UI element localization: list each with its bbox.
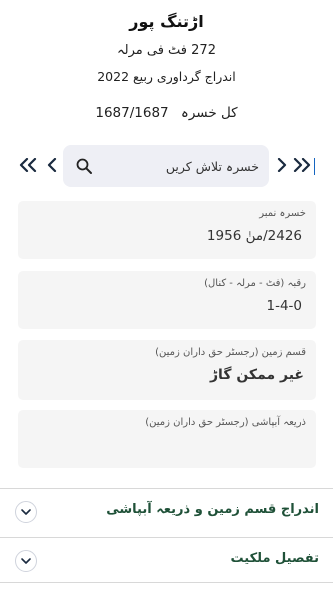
card-label: رقبہ (فٹ - مرلہ - کنال)	[204, 278, 306, 289]
khasra-number-card: خسرہ نمبر 2426/منٰ 1956	[18, 201, 316, 259]
total-khasra-value: 1687/1687	[95, 105, 169, 121]
chevron-left-icon[interactable]	[40, 151, 64, 179]
card-value: 1-4-0	[266, 298, 302, 314]
feet-per-marla: 272 فٹ فی مرلہ	[117, 43, 216, 58]
card-label: قسم زمین (رجسٹر حق داران زمین)	[155, 347, 306, 358]
card-value: 2426/منٰ 1956	[206, 228, 302, 244]
total-khasra: کل خسرہ 1687/1687	[0, 105, 333, 121]
irrigation-source-card: ذریعہ آبپاشی (رجسٹر حق داران زمین)	[18, 410, 316, 468]
card-label: ذریعہ آبپاشی (رجسٹر حق داران زمین)	[145, 417, 306, 428]
record-header: اڑتنگ پور 272 فٹ فی مرلہ اندراج گرداوری …	[0, 0, 333, 132]
card-label: خسرہ نمبر	[259, 208, 306, 219]
girdawari-entry: اندراج گرداوری ربیع 2022	[97, 69, 236, 84]
land-type-card: قسم زمین (رجسٹر حق داران زمین) غیر ممکن …	[18, 340, 316, 400]
ownership-details-section[interactable]: تفصیل ملکیت	[0, 537, 333, 583]
search-icon[interactable]	[75, 157, 93, 175]
section-title: تفصیل ملکیت	[230, 551, 319, 566]
double-chevron-left-icon[interactable]	[16, 151, 40, 179]
section-title: اندراج قسم زمین و ذریعہ آبپاشی	[106, 502, 319, 517]
card-value: غیر ممکن گاڑ	[210, 367, 304, 383]
khasra-navigation	[0, 145, 333, 187]
land-type-irrigation-section[interactable]: اندراج قسم زمین و ذریعہ آبپاشی	[0, 488, 333, 534]
chevron-down-icon[interactable]	[15, 550, 37, 572]
chevron-down-icon[interactable]	[15, 501, 37, 523]
total-khasra-label: کل خسرہ	[180, 105, 238, 121]
double-chevron-right-icon[interactable]	[290, 151, 314, 179]
search-input[interactable]	[99, 156, 259, 176]
search-box[interactable]	[63, 145, 315, 187]
text-cursor	[314, 158, 315, 175]
village-name: اڑتنگ پور	[129, 12, 204, 31]
area-card: رقبہ (فٹ - مرلہ - کنال) 1-4-0	[18, 271, 316, 329]
